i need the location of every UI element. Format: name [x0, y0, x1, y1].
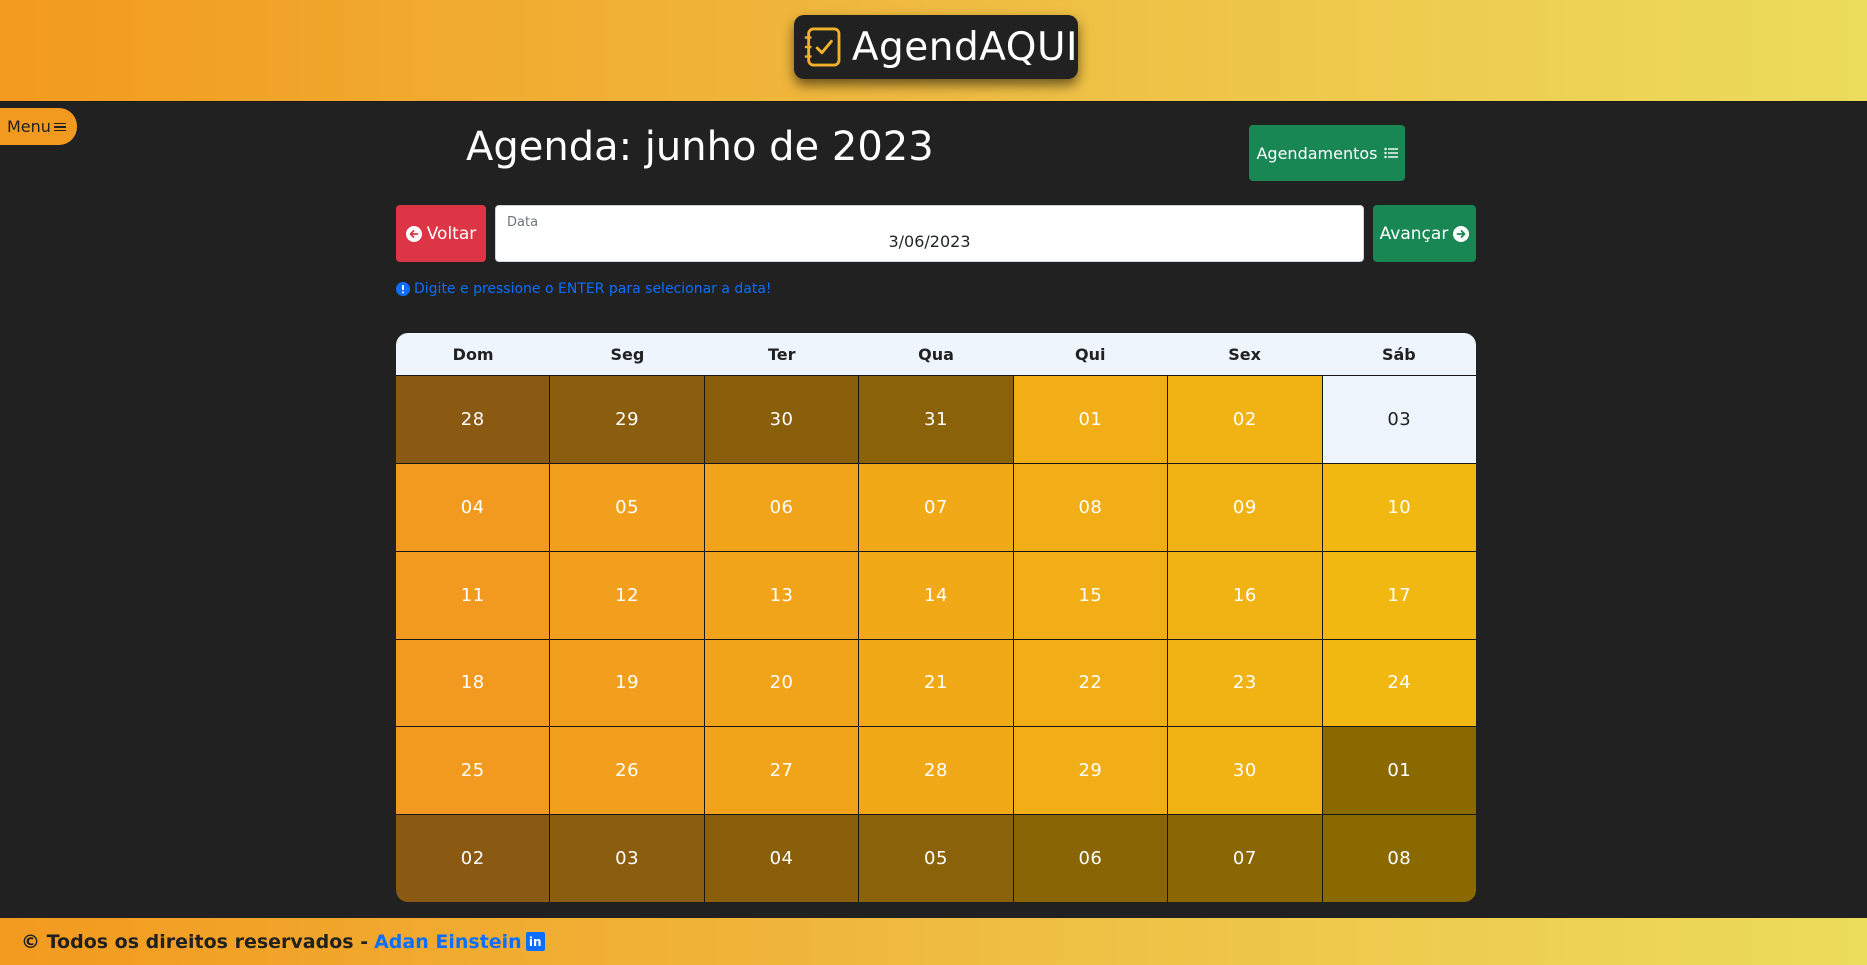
calendar-day[interactable]: 07: [1168, 815, 1322, 902]
calendar-day[interactable]: 20: [704, 639, 859, 727]
weekday-header: Sex: [1228, 344, 1261, 364]
calendar-day[interactable]: 30: [704, 376, 859, 463]
copyright-text: © Todos os direitos reservados -: [21, 930, 369, 953]
agendamentos-label: Agendamentos: [1256, 143, 1378, 163]
voltar-label: Voltar: [426, 223, 477, 244]
calendar-day[interactable]: 01: [1322, 727, 1476, 815]
date-hint-text: Digite e pressione o ENTER para selecion…: [414, 281, 772, 297]
calendar-day[interactable]: 01: [1013, 376, 1168, 463]
app-header: AgendAQUI: [0, 0, 1867, 102]
calendar-day[interactable]: 17: [1322, 551, 1476, 639]
weekday-header: Ter: [767, 344, 796, 364]
weekday-header: Dom: [452, 344, 494, 364]
calendar-day[interactable]: 05: [859, 815, 1013, 902]
calendar-day[interactable]: 29: [1013, 727, 1168, 815]
calendar-day[interactable]: 07: [859, 463, 1013, 551]
brand-name: AgendAQUI: [851, 24, 1078, 70]
calendar: Dom Seg Ter Qua Qui Sex Sáb 28 29 30 31 01 02 03 04 05…: [396, 333, 1476, 902]
calendar-day[interactable]: 08: [1013, 463, 1168, 551]
menu-button[interactable]: Menu: [0, 108, 77, 145]
weekday-header: Sáb: [1381, 344, 1416, 364]
calendar-day[interactable]: 27: [704, 727, 859, 815]
date-input[interactable]: Data 3/06/2023: [495, 205, 1364, 262]
checklist-icon: [804, 27, 841, 67]
calendar-day[interactable]: 16: [1168, 551, 1322, 639]
weekday-header: Qua: [918, 344, 954, 364]
calendar-day[interactable]: 10: [1322, 463, 1476, 551]
calendar-day[interactable]: 06: [1013, 815, 1168, 902]
calendar-day[interactable]: 06: [704, 463, 859, 551]
date-hint: Digite e pressione o ENTER para selecion…: [396, 281, 772, 297]
arrow-left-circle-icon: [405, 225, 422, 242]
calendar-day[interactable]: 14: [859, 551, 1013, 639]
calendar-day[interactable]: 08: [1322, 815, 1476, 902]
calendar-day[interactable]: 30: [1168, 727, 1322, 815]
calendar-days-grid: 28 29 30 31 01 02 03 04 05 06 07 08 09 10 11 12 13 14 15 16…: [396, 376, 1476, 902]
avancar-label: Avançar: [1379, 223, 1449, 244]
calendar-weekday-header: Dom Seg Ter Qua Qui Sex Sáb: [396, 333, 1476, 375]
calendar-day[interactable]: 04: [704, 815, 859, 902]
calendar-day[interactable]: 03: [550, 815, 704, 902]
calendar-day[interactable]: 13: [704, 551, 859, 639]
calendar-day[interactable]: 12: [550, 551, 704, 639]
info-icon: [396, 282, 410, 296]
voltar-button[interactable]: Voltar: [396, 205, 486, 262]
calendar-day[interactable]: 29: [550, 376, 704, 463]
brand-logo[interactable]: AgendAQUI: [794, 15, 1078, 79]
calendar-day[interactable]: 18: [396, 639, 550, 727]
list-icon: [1383, 147, 1398, 159]
calendar-day[interactable]: 05: [550, 463, 704, 551]
calendar-day[interactable]: 02: [1168, 376, 1322, 463]
calendar-day[interactable]: 31: [859, 376, 1013, 463]
calendar-day[interactable]: 26: [550, 727, 704, 815]
calendar-day[interactable]: 15: [1013, 551, 1168, 639]
avancar-button[interactable]: Avançar: [1373, 205, 1476, 262]
calendar-day[interactable]: 24: [1322, 639, 1476, 727]
menu-label: Menu: [7, 117, 51, 136]
date-input-value[interactable]: 3/06/2023: [496, 232, 1363, 251]
calendar-day[interactable]: 25: [396, 727, 550, 815]
calendar-day[interactable]: 09: [1168, 463, 1322, 551]
agendamentos-button[interactable]: Agendamentos: [1249, 125, 1405, 181]
weekday-header: Qui: [1075, 344, 1106, 364]
hamburger-icon: [53, 122, 66, 132]
calendar-day[interactable]: 04: [396, 463, 550, 551]
arrow-right-circle-icon: [1453, 225, 1470, 242]
calendar-day[interactable]: 21: [859, 639, 1013, 727]
calendar-day[interactable]: 28: [859, 727, 1013, 815]
page-title: Agenda: junho de 2023: [466, 124, 934, 170]
app-footer: © Todos os direitos reservados - Adan Ei…: [0, 918, 1867, 965]
calendar-day[interactable]: 11: [396, 551, 550, 639]
date-input-label: Data: [507, 215, 539, 230]
calendar-day[interactable]: 22: [1013, 639, 1168, 727]
calendar-day[interactable]: 28: [396, 376, 550, 463]
linkedin-icon[interactable]: in: [525, 932, 545, 951]
calendar-day[interactable]: 02: [396, 815, 550, 902]
weekday-header: Seg: [610, 344, 645, 364]
calendar-day[interactable]: 23: [1168, 639, 1322, 727]
author-link[interactable]: Adan Einstein: [374, 931, 522, 953]
calendar-day[interactable]: 03: [1322, 376, 1476, 463]
calendar-day[interactable]: 19: [550, 639, 704, 727]
